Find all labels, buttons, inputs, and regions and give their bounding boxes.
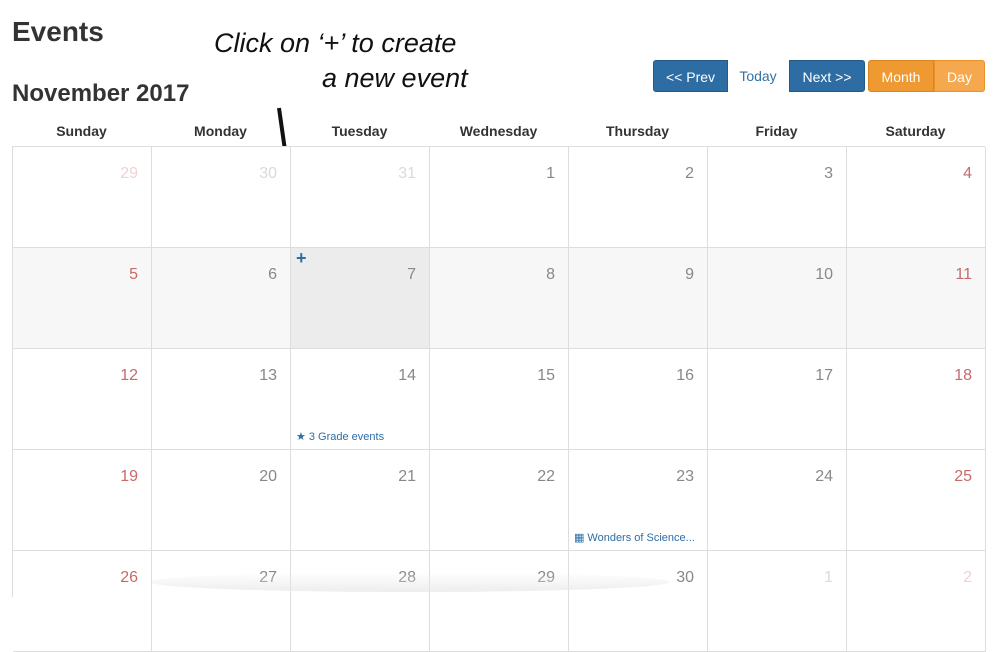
weekday-header-tuesday: Tuesday xyxy=(331,123,388,139)
day-number: 1 xyxy=(824,569,833,586)
day-number: 10 xyxy=(815,266,833,283)
day-cell[interactable]: 16 xyxy=(569,349,708,450)
day-cell[interactable]: 23 ▦ Wonders of Science... xyxy=(569,450,708,551)
day-cell[interactable]: 22 xyxy=(430,450,569,551)
day-cell[interactable]: 30 xyxy=(152,147,291,248)
day-number: 22 xyxy=(537,468,555,485)
prev-button[interactable]: << Prev xyxy=(653,60,728,92)
annotation-line-1: Click on ‘+’ to create xyxy=(214,28,457,58)
day-number: 2 xyxy=(685,165,694,182)
day-cell[interactable]: 30 xyxy=(569,551,708,652)
day-number: 7 xyxy=(407,266,416,283)
day-cell[interactable]: 14 ★ 3 Grade events xyxy=(291,349,430,450)
month-title: November 2017 xyxy=(12,80,190,107)
next-button[interactable]: Next >> xyxy=(789,60,865,92)
day-cell[interactable]: 7 + xyxy=(291,248,430,349)
day-number: 11 xyxy=(955,266,972,283)
day-view-button[interactable]: Day xyxy=(934,60,985,92)
day-cell[interactable]: 1 xyxy=(430,147,569,248)
building-icon: ▦ xyxy=(574,532,585,544)
day-number: 23 xyxy=(676,468,694,485)
day-cell[interactable]: 29 xyxy=(13,147,152,248)
day-number: 2 xyxy=(963,569,972,586)
day-cell[interactable]: 15 xyxy=(430,349,569,450)
annotation-line-2: a new event xyxy=(322,63,468,93)
page-title: Events xyxy=(12,16,104,47)
day-number: 20 xyxy=(259,468,277,485)
star-icon: ★ xyxy=(296,431,306,443)
calendar-grid: 29 30 31 1 2 3 4 5 6 7 +8 9 10 11 12 13 14 ★ 3 Grade event… xyxy=(12,146,986,652)
day-number: 26 xyxy=(120,569,138,586)
day-number: 24 xyxy=(815,468,833,485)
day-number: 4 xyxy=(963,165,972,182)
weekday-header-saturday: Saturday xyxy=(885,123,946,139)
day-cell[interactable]: 12 xyxy=(13,349,152,450)
scroll-shadow xyxy=(150,572,670,592)
day-cell[interactable]: 2 xyxy=(847,551,986,652)
event-label: Wonders of Science... xyxy=(587,532,695,544)
day-number: 9 xyxy=(685,266,694,283)
day-cell[interactable]: 1 xyxy=(708,551,847,652)
day-cell[interactable]: 2 xyxy=(569,147,708,248)
day-cell[interactable]: 28 xyxy=(291,551,430,652)
weekday-header-thursday: Thursday xyxy=(605,123,669,139)
event-link[interactable]: ★ 3 Grade events xyxy=(296,430,384,443)
day-cell[interactable]: 3 xyxy=(708,147,847,248)
day-cell[interactable]: 4 xyxy=(847,147,986,248)
day-number: 18 xyxy=(954,367,972,384)
day-cell[interactable]: 8 xyxy=(430,248,569,349)
day-number: 6 xyxy=(268,266,277,283)
day-number: 21 xyxy=(398,468,416,485)
day-cell[interactable]: 18 xyxy=(847,349,986,450)
add-event-plus-icon[interactable]: + xyxy=(296,249,307,267)
day-cell[interactable]: 31 xyxy=(291,147,430,248)
day-cell[interactable]: 19 xyxy=(13,450,152,551)
day-number: 5 xyxy=(129,266,138,283)
day-cell[interactable]: 5 xyxy=(13,248,152,349)
day-cell[interactable]: 9 xyxy=(569,248,708,349)
day-number: 13 xyxy=(259,367,277,384)
day-cell[interactable]: 21 xyxy=(291,450,430,551)
day-cell[interactable]: 6 xyxy=(152,248,291,349)
event-label: 3 Grade events xyxy=(308,431,385,443)
weekday-header-wednesday: Wednesday xyxy=(459,123,538,139)
day-cell[interactable]: 26 xyxy=(13,551,152,652)
day-number: 19 xyxy=(120,468,138,485)
day-cell[interactable]: 27 xyxy=(152,551,291,652)
day-number: 17 xyxy=(815,367,833,384)
weekday-header-friday: Friday xyxy=(755,123,798,139)
day-cell[interactable]: 17 xyxy=(708,349,847,450)
weekday-header-sunday: Sunday xyxy=(56,123,107,139)
day-number: 8 xyxy=(546,266,555,283)
day-number: 30 xyxy=(676,569,694,586)
today-button[interactable]: Today xyxy=(728,60,788,92)
day-number: 29 xyxy=(120,165,138,182)
day-cell[interactable]: 20 xyxy=(152,450,291,551)
day-cell[interactable]: 24 xyxy=(708,450,847,551)
month-view-button[interactable]: Month xyxy=(868,60,934,92)
day-number: 30 xyxy=(259,165,277,182)
day-number: 14 xyxy=(398,367,416,384)
day-number: 31 xyxy=(398,165,416,182)
day-cell[interactable]: 25 xyxy=(847,450,986,551)
day-cell[interactable]: 29 xyxy=(430,551,569,652)
day-number: 16 xyxy=(676,367,694,384)
day-number: 25 xyxy=(954,468,972,485)
day-number: 1 xyxy=(546,165,555,182)
day-number: 12 xyxy=(120,367,138,384)
day-cell[interactable]: 11 xyxy=(847,248,986,349)
day-number: 3 xyxy=(824,165,833,182)
day-cell[interactable]: 13 xyxy=(152,349,291,450)
weekday-header-monday: Monday xyxy=(194,123,247,139)
day-number: 15 xyxy=(537,367,555,384)
event-link[interactable]: ▦ Wonders of Science... xyxy=(574,531,695,544)
day-cell[interactable]: 10 xyxy=(708,248,847,349)
